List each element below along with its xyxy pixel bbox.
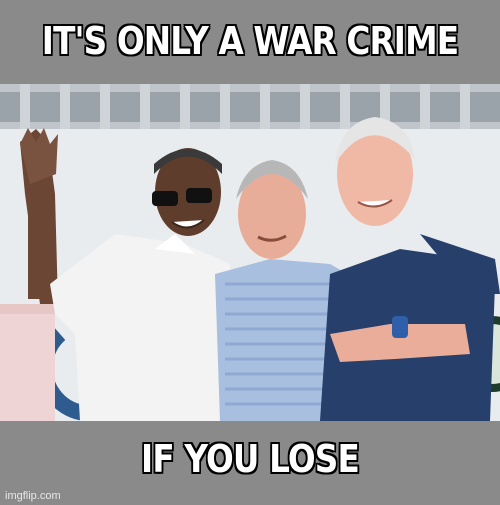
bottom-caption: IF YOU LOSE xyxy=(141,437,360,481)
top-caption: IT'S ONLY A WAR CRIME xyxy=(41,19,459,63)
meme-canvas: IT'S ONLY A WAR CRIME IF YOU LOSE imgfli… xyxy=(0,0,500,505)
meme-photo xyxy=(0,84,500,421)
watermark: imgflip.com xyxy=(5,490,61,502)
three-men-photo xyxy=(0,84,500,421)
